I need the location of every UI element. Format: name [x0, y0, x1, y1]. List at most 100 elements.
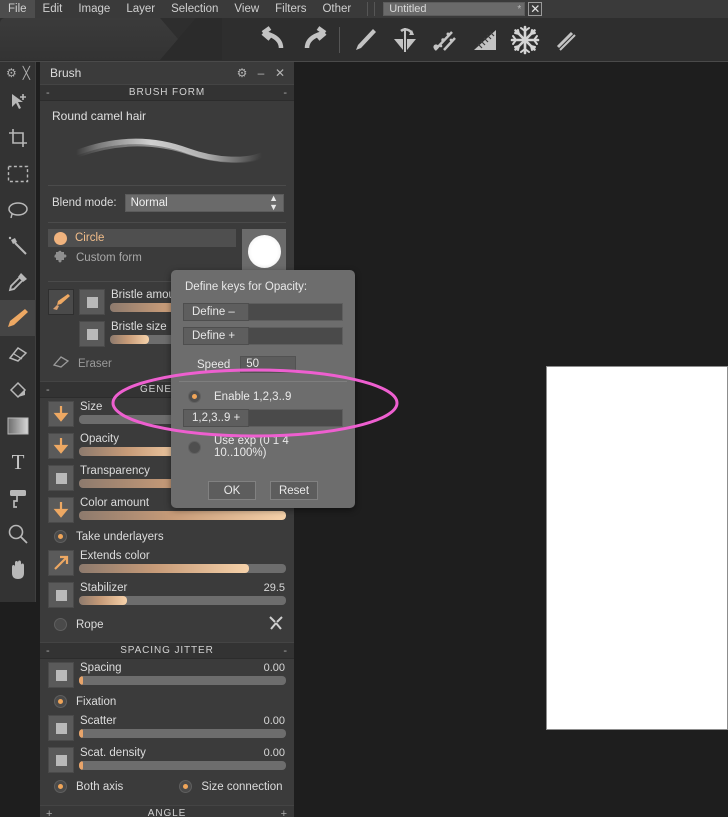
- rope-row[interactable]: Rope: [48, 611, 286, 638]
- define-plus-button[interactable]: Define +: [183, 327, 249, 345]
- section-header-brush-form[interactable]: - BRUSH FORM -: [40, 84, 294, 101]
- diagonal-arrow-icon[interactable]: [48, 550, 74, 576]
- slider-track[interactable]: [79, 596, 286, 605]
- blend-mode-value: Normal: [130, 197, 168, 209]
- text-tool[interactable]: T: [0, 444, 36, 480]
- slider-scat-density[interactable]: Scat. density 0.00: [48, 744, 286, 776]
- define-minus-button[interactable]: Define –: [183, 303, 249, 321]
- menu-item-other[interactable]: Other: [314, 0, 359, 18]
- ruler-icon[interactable]: [466, 21, 504, 59]
- slider-fill: [79, 511, 286, 520]
- zoom-tool[interactable]: [0, 516, 36, 552]
- speed-input[interactable]: 50: [240, 356, 297, 373]
- toggle-button[interactable]: [79, 289, 105, 315]
- section-header-spacing-jitter[interactable]: - SPACING JITTER -: [40, 642, 294, 659]
- slider-track[interactable]: [79, 676, 286, 685]
- radio-button-enable-keys[interactable]: [188, 390, 201, 403]
- gear-icon[interactable]: ⚙: [234, 65, 250, 81]
- toggle-button[interactable]: [48, 582, 74, 608]
- slider-label: Size: [80, 401, 103, 413]
- brush-panel-title: Brush: [50, 66, 82, 80]
- menu-item-filters[interactable]: Filters: [267, 0, 314, 18]
- down-arrow-icon[interactable]: [48, 497, 74, 523]
- menu-item-edit[interactable]: Edit: [35, 0, 71, 18]
- down-arrow-icon[interactable]: [48, 401, 74, 427]
- stamp-tool[interactable]: [0, 480, 36, 516]
- form-option-circle[interactable]: Circle: [48, 229, 236, 247]
- slider-stabilizer[interactable]: Stabilizer 29.5: [48, 579, 286, 611]
- brush-tool[interactable]: [0, 300, 36, 336]
- menu-item-file[interactable]: File: [0, 0, 35, 18]
- brush-tool-icon[interactable]: [346, 21, 384, 59]
- radio-button[interactable]: [54, 530, 67, 543]
- blend-mode-select[interactable]: Normal ▲ ▼: [124, 193, 284, 212]
- section-header-angle[interactable]: + ANGLE +: [40, 805, 294, 817]
- gear-icon[interactable]: ⚙: [6, 66, 17, 80]
- chevron-updown-icon: ▲ ▼: [269, 193, 278, 212]
- radio-button[interactable]: [54, 618, 67, 631]
- enable-keys-row[interactable]: Enable 1,2,3..9: [183, 389, 343, 409]
- gradient-tool[interactable]: [0, 408, 36, 444]
- canvas-area[interactable]: [294, 62, 728, 817]
- snowflake-icon[interactable]: [506, 21, 544, 59]
- hand-tool[interactable]: [0, 552, 36, 588]
- toggle-button[interactable]: [48, 715, 74, 741]
- slider-track[interactable]: [79, 761, 286, 770]
- define-plus-input[interactable]: [249, 327, 343, 345]
- eraser-tool[interactable]: [0, 336, 36, 372]
- fixation-row[interactable]: Fixation: [48, 691, 286, 712]
- menu-item-layer[interactable]: Layer: [118, 0, 163, 18]
- move-tool[interactable]: [0, 84, 36, 120]
- radio-button-size-connection[interactable]: [179, 780, 193, 793]
- symmetry-icon[interactable]: [386, 21, 424, 59]
- define-minus-input[interactable]: [249, 303, 343, 321]
- eyedropper-tool[interactable]: [0, 264, 36, 300]
- toolbar-divider: [339, 27, 340, 53]
- radio-button-both-axis[interactable]: [54, 780, 67, 793]
- magic-wand-tool[interactable]: [0, 228, 36, 264]
- slider-extends-color[interactable]: Extends color: [48, 547, 286, 579]
- reset-button[interactable]: Reset: [270, 481, 318, 500]
- canvas-document[interactable]: [546, 366, 728, 730]
- minimize-icon[interactable]: –: [253, 65, 269, 81]
- menu-item-view[interactable]: View: [226, 0, 267, 18]
- slider-label: Scatter: [80, 715, 117, 727]
- ok-button[interactable]: OK: [208, 481, 256, 500]
- wrench-icon[interactable]: [268, 615, 284, 634]
- keys-plus-input[interactable]: [249, 409, 343, 427]
- toggle-button[interactable]: [79, 321, 105, 347]
- tool-strip-edge: [35, 62, 36, 602]
- radio-button[interactable]: [54, 695, 67, 708]
- scatter-icon[interactable]: [426, 21, 464, 59]
- close-document-button[interactable]: ✕: [528, 2, 543, 16]
- line-icon[interactable]: [546, 21, 584, 59]
- document-modified-marker: *: [517, 3, 522, 15]
- slider-track[interactable]: [79, 729, 286, 738]
- slider-scatter[interactable]: Scatter 0.00: [48, 712, 286, 744]
- undo-icon[interactable]: [255, 21, 293, 59]
- menu-item-image[interactable]: Image: [70, 0, 118, 18]
- redo-icon[interactable]: [295, 21, 333, 59]
- bristle-brush-icon[interactable]: [48, 289, 74, 315]
- close-icon[interactable]: ╳: [23, 66, 30, 80]
- lasso-tool[interactable]: [0, 192, 36, 228]
- form-option-custom[interactable]: Custom form: [48, 249, 236, 267]
- toggle-button[interactable]: [48, 747, 74, 773]
- down-arrow-icon[interactable]: [48, 433, 74, 459]
- fill-tool[interactable]: [0, 372, 36, 408]
- menu-item-selection[interactable]: Selection: [163, 0, 226, 18]
- close-icon[interactable]: ✕: [272, 65, 288, 81]
- toggle-button[interactable]: [48, 465, 74, 491]
- document-title-field[interactable]: Untitled *: [383, 2, 526, 16]
- slider-track[interactable]: [79, 564, 286, 573]
- slider-track[interactable]: [79, 511, 286, 520]
- use-exp-row[interactable]: Use exp (0 1 4 10..100%): [183, 434, 343, 465]
- radio-button-use-exp[interactable]: [188, 440, 201, 454]
- slider-spacing[interactable]: Spacing 0.00: [48, 659, 286, 691]
- take-underlayers-row[interactable]: Take underlayers: [48, 526, 286, 547]
- toggle-button[interactable]: [48, 662, 74, 688]
- rect-select-tool[interactable]: [0, 156, 36, 192]
- slider-label: Extends color: [80, 550, 150, 562]
- crop-tool[interactable]: [0, 120, 36, 156]
- keys-plus-button[interactable]: 1,2,3..9 +: [183, 409, 249, 427]
